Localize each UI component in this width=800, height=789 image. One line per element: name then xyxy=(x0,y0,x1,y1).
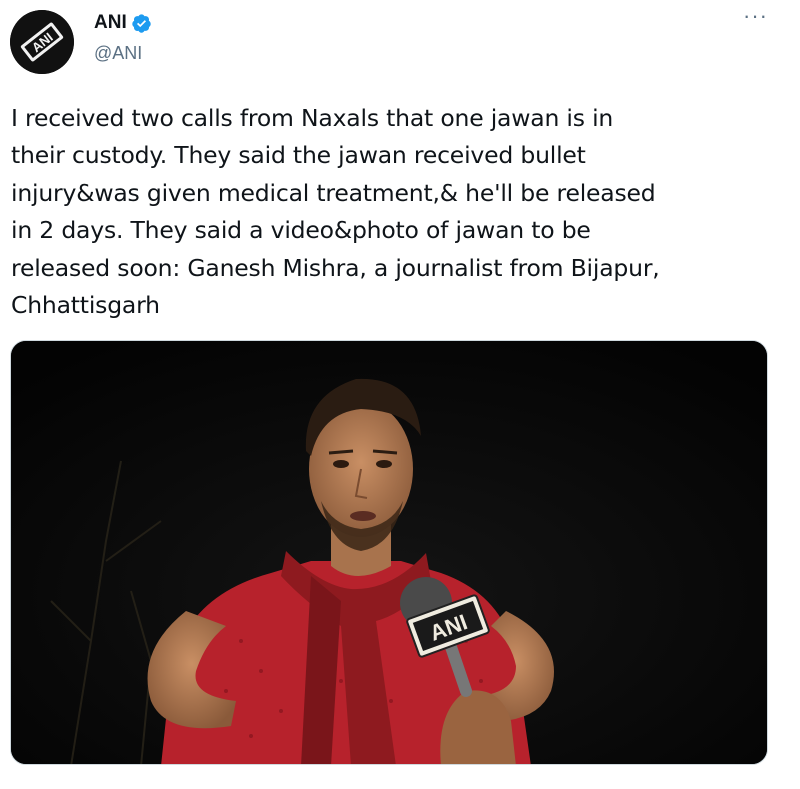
tweet-card: ANI ANI @ANI ··· I received two calls fr… xyxy=(0,0,800,789)
name-row: ANI xyxy=(94,12,152,34)
man-speaking-into-microphone-photo: ANI xyxy=(11,341,767,764)
account-avatar[interactable]: ANI xyxy=(10,10,74,74)
tweet-text: I received two calls from Naxals that on… xyxy=(11,104,660,320)
more-options-icon[interactable]: ··· xyxy=(743,5,768,27)
ani-logo-icon: ANI xyxy=(10,10,74,74)
verified-badge-icon xyxy=(131,13,152,34)
display-name[interactable]: ANI xyxy=(94,12,127,34)
tweet-media-photo[interactable]: ANI xyxy=(10,340,768,765)
account-handle[interactable]: @ANI xyxy=(94,43,142,64)
